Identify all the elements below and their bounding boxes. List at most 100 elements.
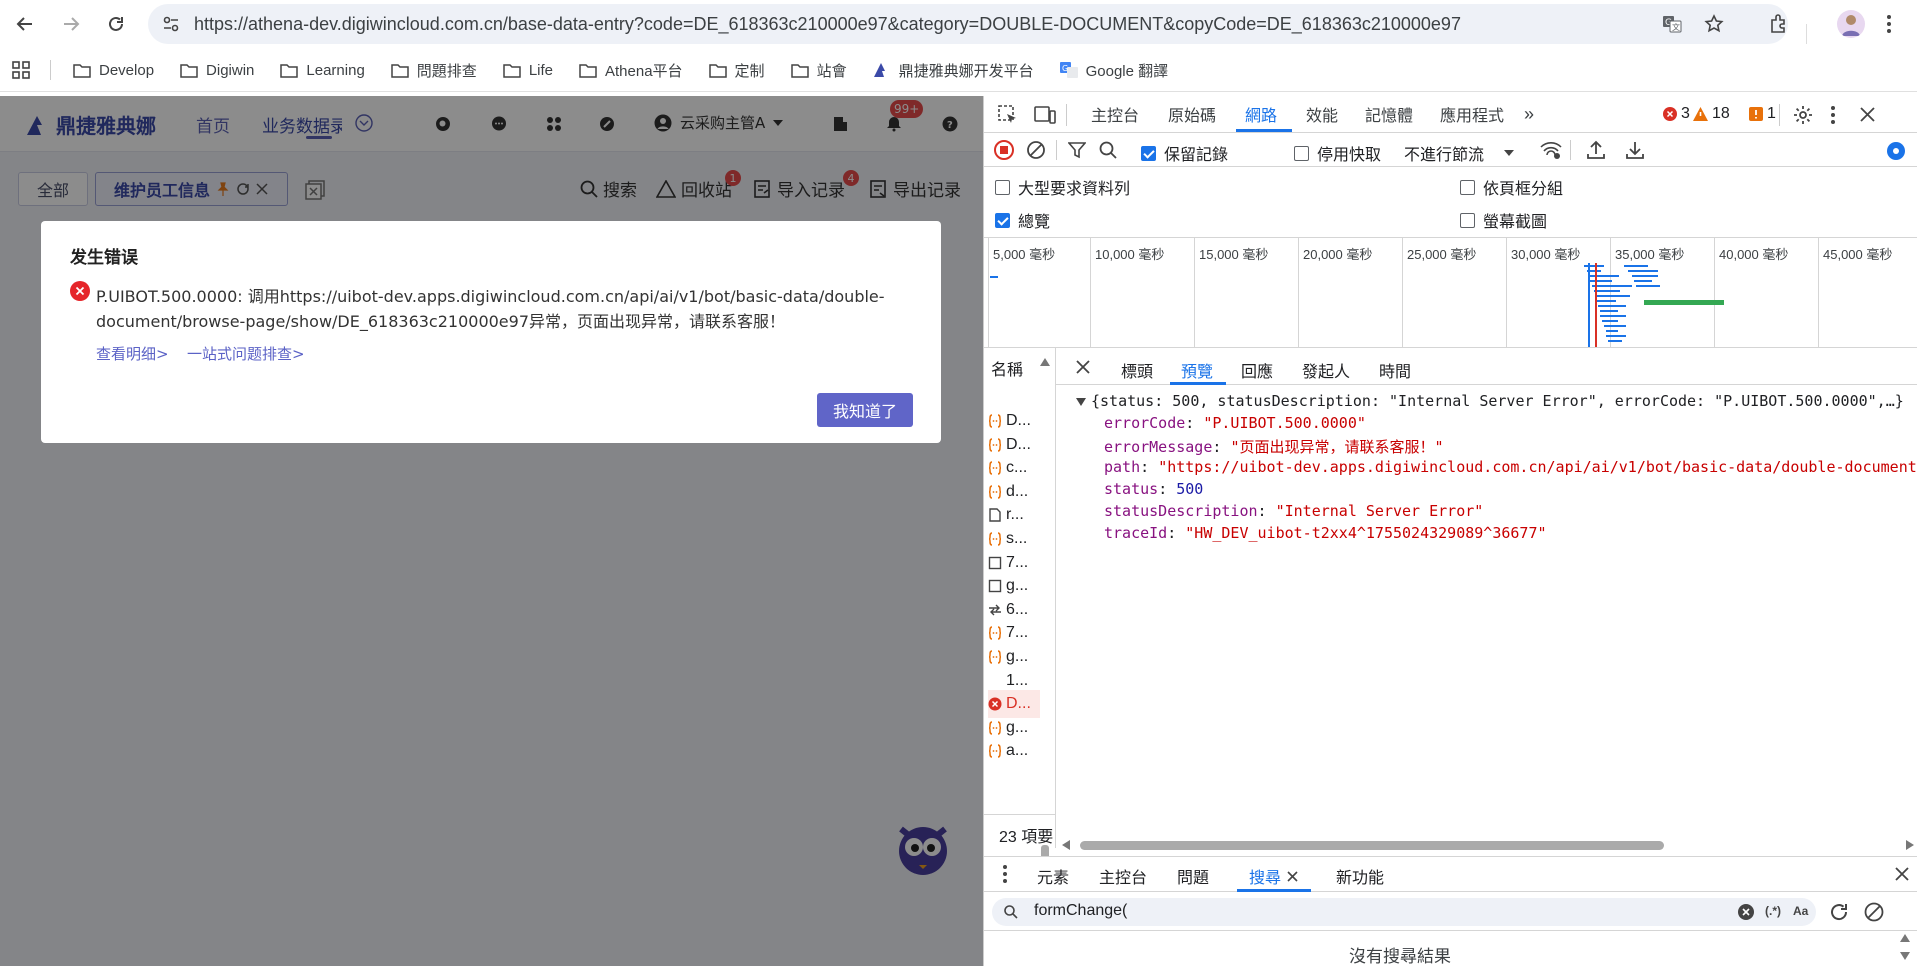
tab-timing[interactable]: 時間 [1379,358,1411,382]
request-row[interactable]: a... [988,737,1040,765]
one-stop-troubleshoot-link[interactable]: 一站式问题排查> [187,343,305,364]
name-column-header[interactable]: 名稱 [991,356,1023,380]
scroll-down-arrow-icon[interactable] [1900,952,1910,960]
kebab-menu-icon[interactable] [1830,105,1836,125]
export-har-icon[interactable] [1626,140,1644,160]
throttling-select[interactable]: 不進行節流 [1404,141,1515,165]
bookmark-folder-custom[interactable]: 定制 [708,60,765,81]
tab-console[interactable]: 主控台 [1091,96,1139,132]
scroll-right-arrow-icon[interactable] [1906,840,1914,850]
translate-icon[interactable]: G文 [1662,14,1682,34]
settings-gear-icon[interactable] [1793,105,1813,125]
resource-icon [988,556,1002,569]
checkbox-unchecked[interactable] [1460,179,1475,195]
close-tab-icon[interactable] [1287,870,1298,882]
warning-counter[interactable]: 18 [1693,105,1730,123]
scroll-left-arrow-icon[interactable] [1062,840,1070,850]
refresh-search-icon[interactable] [1829,902,1849,922]
checkbox-checked[interactable] [995,212,1010,228]
drawer-tab-console[interactable]: 主控台 [1099,864,1147,888]
preview-summary[interactable]: {status: 500, statusDescription: "Intern… [1091,392,1904,410]
checkbox-unchecked[interactable] [995,179,1010,195]
search-input[interactable]: formChange( [1034,902,1127,920]
tab-preview[interactable]: 預覽 [1181,358,1213,382]
preview-field-errormessage[interactable]: errorMessage: "页面出现异常，请联系客服！" [1104,436,1444,457]
clear-search-results-icon[interactable] [1864,902,1884,922]
forward-button[interactable] [55,8,87,40]
inspect-element-icon[interactable] [998,105,1018,125]
bookmark-folder-life[interactable]: Life [503,62,553,79]
close-detail-icon[interactable] [1076,360,1090,374]
network-settings-icon[interactable] [1885,140,1907,162]
more-tabs-button[interactable]: » [1524,96,1534,132]
issues-counter[interactable]: 1 [1749,105,1776,123]
close-devtools-icon[interactable] [1860,107,1875,122]
preview-field-status[interactable]: status: 500 [1104,480,1203,498]
scroll-up-arrow-icon[interactable] [1900,934,1910,942]
drawer-tab-elements[interactable]: 元素 [1037,864,1069,888]
checkbox-unchecked[interactable] [1460,212,1475,228]
star-icon[interactable] [1704,14,1724,34]
tab-initiator[interactable]: 發起人 [1302,358,1350,382]
url-text[interactable]: https://athena-dev.digiwincloud.com.cn/b… [194,14,1461,35]
drawer-tab-search[interactable]: 搜尋 [1249,864,1298,888]
group-by-frame-checkbox[interactable]: 依頁框分組 [1460,175,1563,199]
drawer-tab-issues[interactable]: 問題 [1177,864,1209,888]
tab-response[interactable]: 回應 [1241,358,1273,382]
preview-field-path[interactable]: path: "https://uibot-dev.apps.digiwinclo… [1104,458,1917,476]
bookmark-folder-develop[interactable]: Develop [73,62,154,79]
search-icon[interactable] [1099,141,1117,159]
preview-field-errorcode[interactable]: errorCode: "P.UIBOT.500.0000" [1104,414,1366,432]
address-bar[interactable]: https://athena-dev.digiwincloud.com.cn/b… [148,4,1788,44]
bookmark-folder-digiwin[interactable]: Digiwin [180,62,254,79]
import-har-icon[interactable] [1587,140,1605,160]
filter-icon[interactable] [1068,141,1086,159]
apps-grid-icon[interactable] [12,61,30,79]
extensions-icon[interactable] [1768,12,1790,34]
bookmark-folder-troubleshooting[interactable]: 問題排查 [391,60,477,81]
expand-triangle-icon[interactable] [1076,398,1086,406]
bookmark-folder-learning[interactable]: Learning [280,62,365,79]
preview-field-traceid[interactable]: traceId: "HW_DEV_uibot-t2xx4^17550243290… [1104,524,1547,542]
disable-cache-checkbox[interactable]: 停用快取 [1294,141,1381,165]
checkbox-checked[interactable] [1141,145,1156,161]
profile-avatar[interactable] [1837,10,1865,38]
reload-button[interactable] [100,8,132,40]
search-input-box[interactable]: formChange( (.*) Aa [992,898,1816,926]
tab-performance[interactable]: 效能 [1306,96,1338,132]
bookmark-folder-athena[interactable]: Athena平台 [579,60,683,81]
tab-headers[interactable]: 標頭 [1121,358,1153,382]
clear-icon[interactable] [1026,140,1046,160]
site-settings-icon[interactable] [162,15,180,33]
match-case-toggle[interactable]: Aa [1793,904,1808,918]
overview-checkbox[interactable]: 總覽 [995,208,1050,232]
tab-network[interactable]: 網路 [1245,96,1277,132]
screenshots-checkbox[interactable]: 螢幕截圖 [1460,208,1547,232]
preview-horizontal-scrollbar[interactable] [1080,841,1664,850]
preserve-log-checkbox[interactable]: 保留記錄 [1141,141,1228,165]
network-overview-timeline[interactable]: 5,000 毫秒 10,000 毫秒 15,000 毫秒 20,000 毫秒 2… [984,237,1917,348]
kebab-menu-icon[interactable] [1886,13,1892,35]
drawer-menu-icon[interactable] [1002,864,1008,884]
clear-search-icon[interactable] [1738,904,1754,920]
large-request-rows-checkbox[interactable]: 大型要求資料列 [995,175,1130,199]
scroll-up-arrow-icon[interactable] [1040,358,1050,366]
drawer-tab-whats-new[interactable]: 新功能 [1336,864,1384,888]
bookmark-folder-standup[interactable]: 站會 [790,60,847,81]
regex-toggle[interactable]: (.*) [1765,904,1781,918]
record-stop-icon[interactable] [994,140,1014,160]
back-button[interactable] [9,8,41,40]
network-conditions-icon[interactable] [1540,140,1562,160]
bookmark-athena-dev-platform[interactable]: 鼎捷雅典娜开发平台 [873,60,1034,81]
preview-field-statusdescription[interactable]: statusDescription: "Internal Server Erro… [1104,502,1483,520]
tab-memory[interactable]: 記憶體 [1365,96,1413,132]
error-counter[interactable]: 3 [1663,105,1690,123]
tab-sources[interactable]: 原始碼 [1168,96,1216,132]
checkbox-unchecked[interactable] [1294,145,1309,161]
close-drawer-icon[interactable] [1895,867,1909,881]
device-toolbar-icon[interactable] [1034,105,1056,125]
bookmark-google-translate[interactable]: G Google 翻譯 [1059,60,1168,81]
acknowledge-button[interactable]: 我知道了 [817,393,913,427]
tab-application[interactable]: 應用程式 [1440,96,1504,132]
view-details-link[interactable]: 查看明细> [96,343,169,364]
